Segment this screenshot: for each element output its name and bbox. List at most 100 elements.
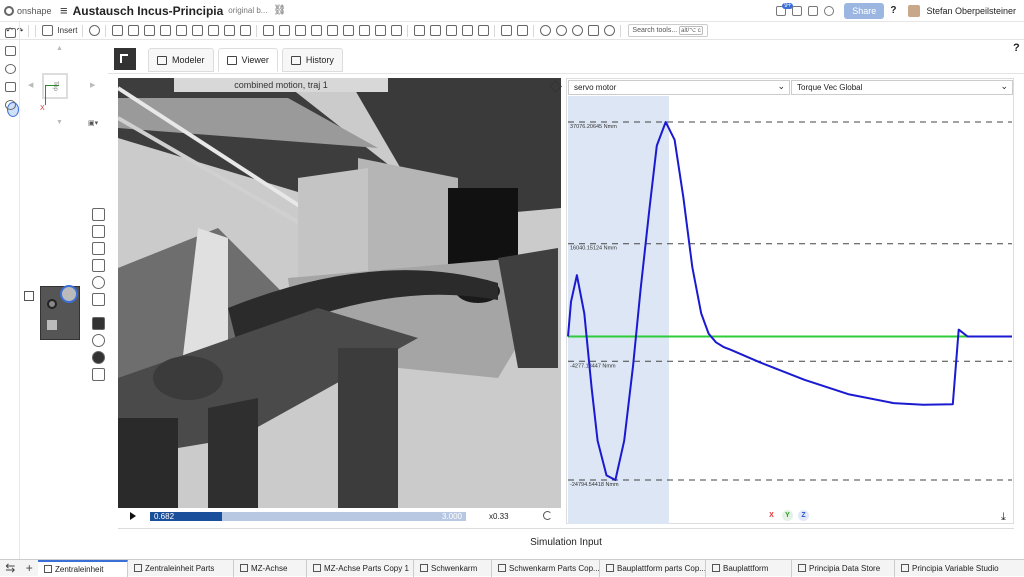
linear-relation-icon[interactable] [342,25,354,36]
custom-feature-icon[interactable] [539,25,551,36]
tab-zentraleinheit[interactable]: Zentraleinheit [38,559,128,577]
x-toggle-button[interactable]: X [766,510,777,521]
tab-history[interactable]: History [281,48,343,72]
explode-icon[interactable] [413,25,425,36]
document-title[interactable]: Austausch Incus-Principia [73,4,224,18]
monitor-icon[interactable] [92,368,105,381]
menu-icon[interactable]: ≡ [60,3,68,18]
tabs-menu-icon[interactable]: ⇆ [5,561,15,575]
avatar[interactable] [908,4,921,17]
z-toggle-button[interactable]: Z [798,510,809,521]
tab-mz-achse-parts[interactable]: MZ-Achse Parts Copy 1 [307,559,414,577]
play-button[interactable] [130,512,136,520]
quantity-select[interactable]: Torque Vec Global ⌄ [791,80,1013,95]
tab-principia-variable-studio[interactable]: Principia Variable Studio [895,560,1024,577]
resize-icon[interactable] [92,259,105,272]
revolute-mate-icon[interactable] [127,25,139,36]
custom-feature-icon[interactable] [571,25,583,36]
tab-schwenkarm-parts[interactable]: Schwenkarm Parts Cop... [492,559,600,577]
function-icon[interactable] [92,293,105,306]
share-button[interactable]: Share [844,2,885,19]
assembly-icon[interactable] [92,225,105,238]
screw-relation-icon[interactable] [326,25,338,36]
document-icon[interactable] [792,5,803,16]
slider-mate-icon[interactable] [143,25,155,36]
pattern-icon[interactable] [390,25,402,36]
view-cube[interactable]: ▲ ◀ ▶ ▼ Top X ▣▾ [28,45,100,130]
user-name[interactable]: Stefan Oberpeilsteiner [926,6,1016,16]
feature-list-icon[interactable] [5,28,16,38]
notifications-icon[interactable]: 9+ [776,2,794,16]
tab-bauplattform[interactable]: Bauplattform [706,559,792,577]
globe-icon[interactable] [92,276,105,289]
view-up-arrow-icon[interactable]: ▲ [56,45,63,52]
tab-schwenkarm[interactable]: Schwenkarm [414,559,492,577]
configuration-icon[interactable] [5,82,16,92]
fastened-mate-icon[interactable] [111,25,123,36]
mate-offset-icon[interactable] [358,25,370,36]
playback-speed[interactable]: x0.33 [489,512,509,521]
tab-zentraleinheit-parts[interactable]: Zentraleinheit Parts [128,559,234,577]
history-clock-icon[interactable] [5,100,16,110]
app-help-icon[interactable]: ? [1013,42,1020,54]
view-down-arrow-icon[interactable]: ▼ [56,119,63,126]
ball-mate-icon[interactable] [207,25,219,36]
mate-connector-icon[interactable] [88,25,100,36]
group-icon[interactable] [278,25,290,36]
globe-icon[interactable] [824,5,835,16]
hinge-icon[interactable] [477,25,489,36]
download-icon[interactable]: ⤓ [1001,511,1006,524]
measure-icon[interactable] [500,25,512,36]
link-icon[interactable]: ⛓ [273,5,286,16]
3d-viewport[interactable] [118,78,561,508]
tab-principia-data-store[interactable]: Principia Data Store [792,559,895,577]
tab-bauplattform-parts[interactable]: Bauplattform parts Cop... [600,559,706,577]
insert-button[interactable]: Insert [57,26,77,35]
insert-icon[interactable] [41,25,53,36]
torque-chart[interactable]: 37076.20645 Nmm 16040.15124 Nmm -4277.1844… [566,96,1014,526]
3d-scene[interactable] [118,78,561,508]
parts-list-icon[interactable] [92,208,105,221]
search-tools-input[interactable]: Search tools... alt/⌥ c [628,24,709,37]
custom-feature-icon[interactable] [587,25,599,36]
selection-circle[interactable] [60,285,78,303]
gear-icon[interactable] [429,25,441,36]
tangent-mate-icon[interactable] [239,25,251,36]
view-options-icon[interactable]: ▣▾ [88,119,98,127]
relation-icon[interactable] [294,25,306,36]
simulation-input-header[interactable]: Simulation Input [118,528,1014,558]
tree-icon[interactable] [24,291,34,301]
principia-app-icon[interactable] [92,317,105,330]
body-select[interactable]: servo motor ⌄ [568,80,790,95]
tab-modeler[interactable]: Modeler [148,48,214,72]
add-tab-icon[interactable]: + [26,561,33,575]
y-toggle-button[interactable]: Y [782,510,793,521]
loop-icon[interactable] [543,511,552,520]
fasten-icon[interactable] [445,25,457,36]
list-icon[interactable] [808,5,819,16]
custom-feature-icon[interactable] [603,25,615,36]
help-icon[interactable]: ? [890,5,896,16]
custom-feature-icon[interactable] [555,25,567,36]
motor-icon[interactable] [461,25,473,36]
planar-mate-icon[interactable] [159,25,171,36]
view-right-arrow-icon[interactable]: ▶ [90,81,95,89]
instances-icon[interactable] [5,46,16,56]
timeline-slider[interactable]: 0.682 3.000 [150,512,466,521]
parallel-mate-icon[interactable] [223,25,235,36]
onshape-logo[interactable]: onshape [4,5,56,16]
cylindrical-mate-icon[interactable] [175,25,187,36]
cloud-filled-icon[interactable] [92,351,105,364]
document-subtitle[interactable]: original b... [228,6,267,15]
instance-icon[interactable] [92,242,105,255]
section-icon[interactable] [516,25,528,36]
view-left-arrow-icon[interactable]: ◀ [28,81,33,89]
tab-viewer[interactable]: Viewer [217,48,278,72]
width-mate-icon[interactable] [262,25,274,36]
comments-icon[interactable] [5,64,16,74]
cloud-icon[interactable] [92,334,105,347]
pin-slot-mate-icon[interactable] [191,25,203,36]
replicate-icon[interactable] [374,25,386,36]
tab-mz-achse[interactable]: MZ-Achse [234,559,307,577]
rack-pinion-icon[interactable] [310,25,322,36]
